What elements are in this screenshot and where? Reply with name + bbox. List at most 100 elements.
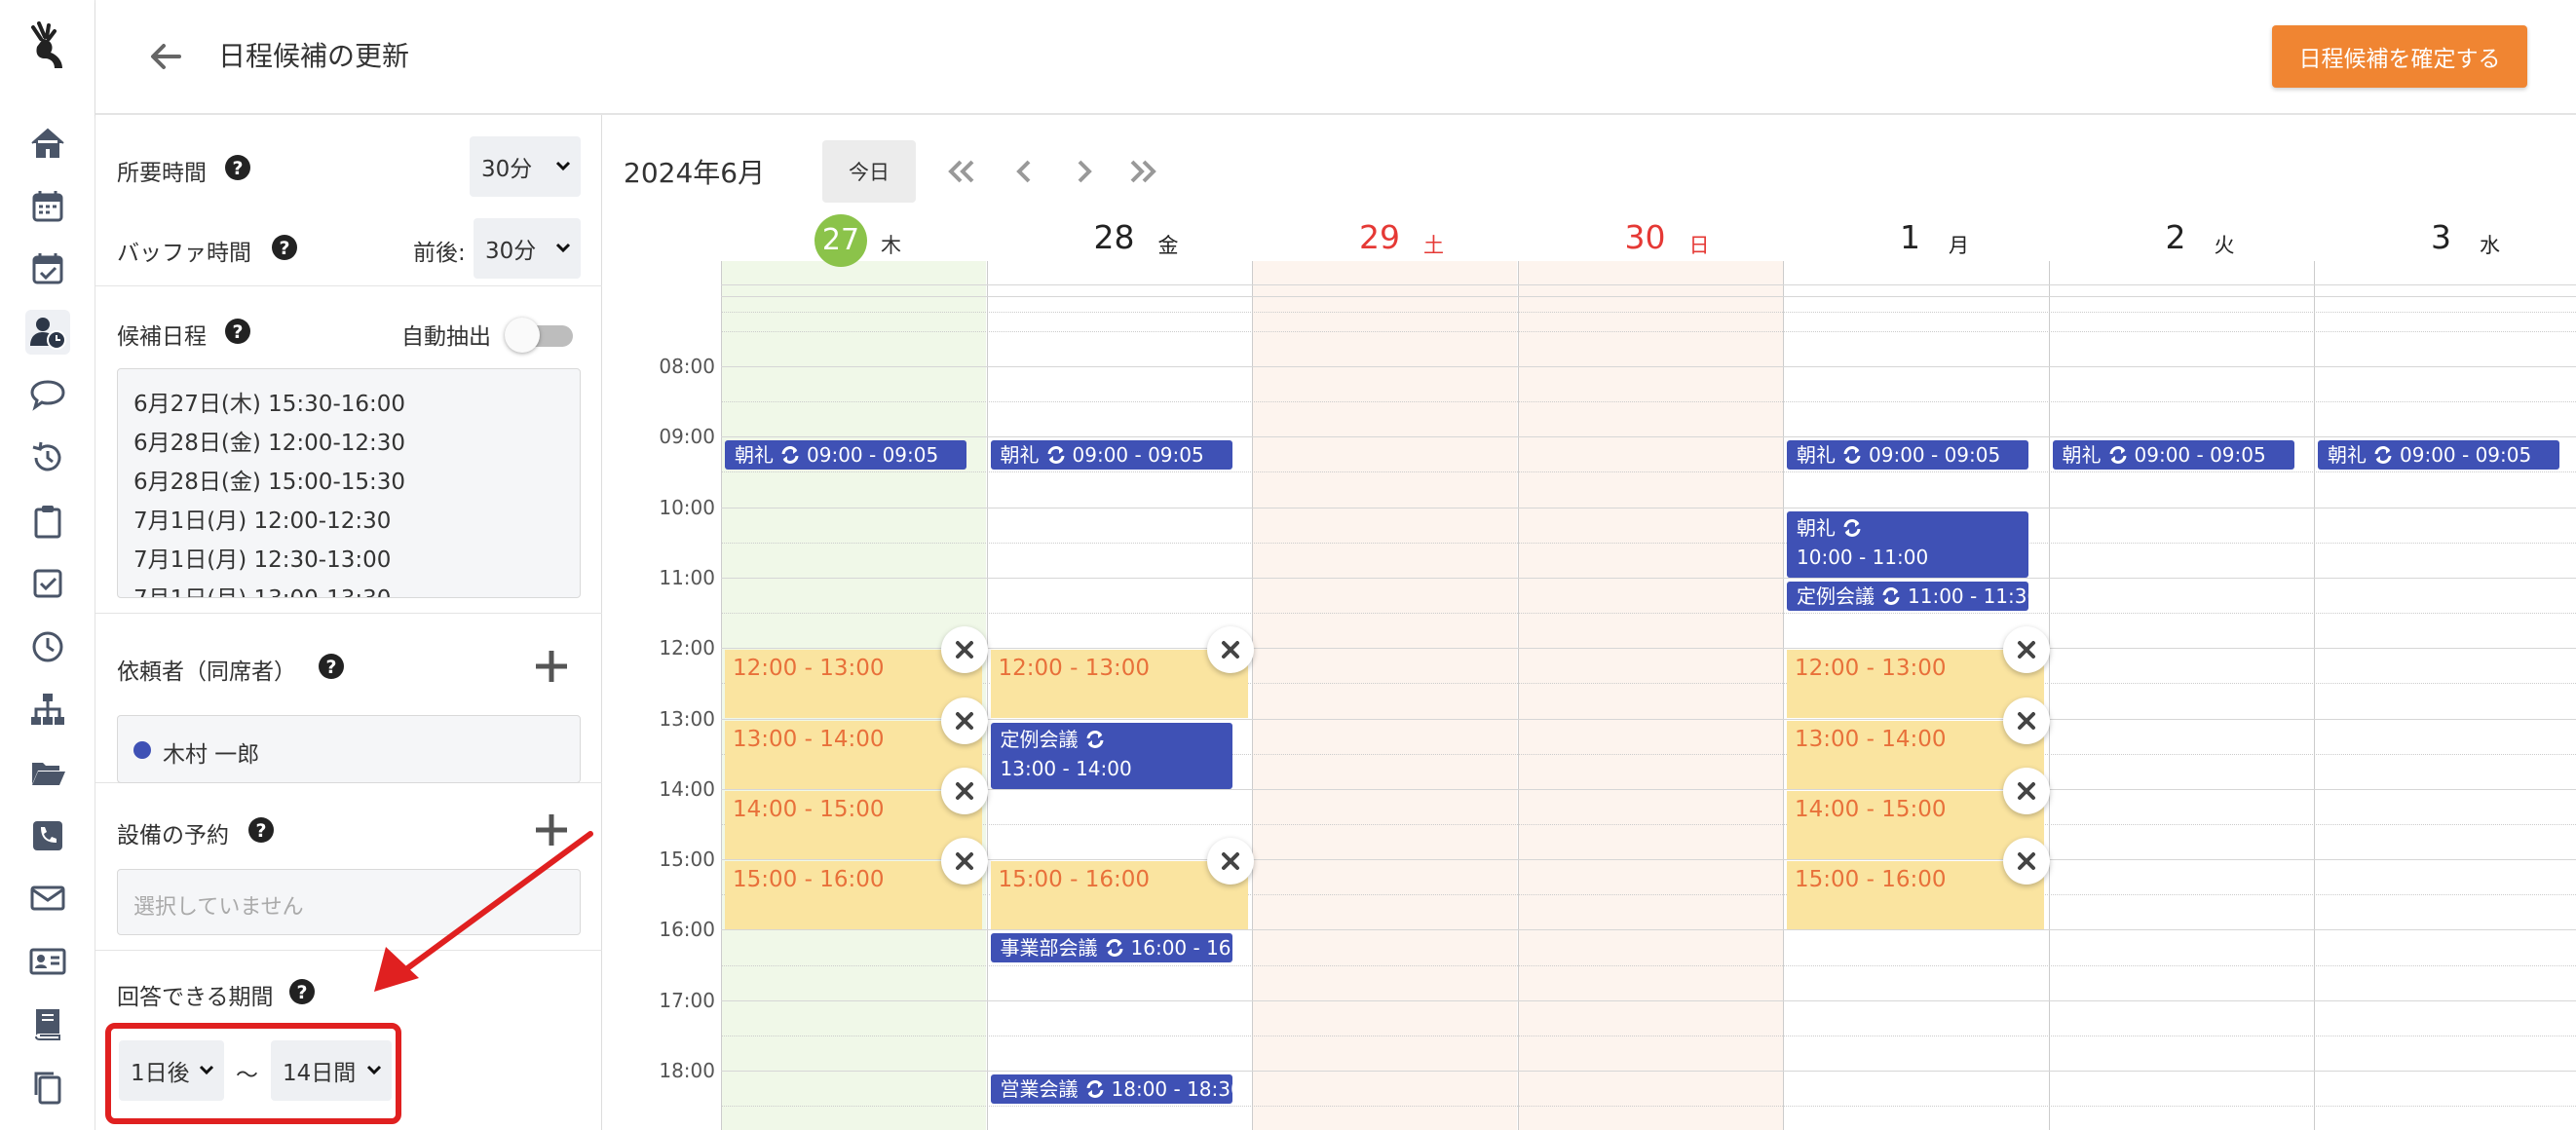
time-gridline bbox=[721, 964, 2576, 966]
calendar-event[interactable]: 朝礼 09:00 - 09:05 bbox=[2318, 440, 2559, 471]
time-settings-section: 所要時間 ? 30分 バッファ時間 ? 前後: 30分 bbox=[95, 115, 602, 286]
buffer-value: 30分 bbox=[485, 239, 537, 264]
day-number: 1 bbox=[1900, 218, 1920, 256]
day-header[interactable]: 28 金 bbox=[987, 212, 1252, 261]
requester-name: 木村 一郎 bbox=[163, 742, 260, 768]
nav-phone-button[interactable] bbox=[25, 813, 70, 858]
duration-select[interactable]: 30分 bbox=[470, 136, 581, 197]
repeat-icon bbox=[1106, 939, 1122, 958]
calendar-event[interactable]: 朝礼 09:00 - 09:05 bbox=[1787, 440, 2028, 471]
time-gridline bbox=[721, 859, 2576, 861]
time-label: 16:00 bbox=[659, 918, 715, 942]
double-chevron-right-icon[interactable] bbox=[1124, 152, 1163, 191]
buffer-select[interactable]: 30分 bbox=[474, 218, 581, 279]
event-time: 09:00 - 09:05 bbox=[1072, 443, 1204, 468]
time-label: 17:00 bbox=[659, 988, 715, 1012]
chevron-down-icon bbox=[555, 161, 571, 171]
auto-extract-toggle[interactable] bbox=[505, 318, 573, 353]
app-logo[interactable] bbox=[25, 21, 70, 72]
nav-user-clock-button[interactable] bbox=[25, 309, 70, 355]
day-number: 28 bbox=[1093, 218, 1135, 256]
calendar-event[interactable]: 定例会議 11:00 - 11:30 bbox=[1787, 581, 2028, 611]
nav-id-card-button[interactable] bbox=[25, 939, 70, 984]
copy-icon bbox=[34, 1072, 61, 1105]
phone-icon bbox=[33, 820, 62, 850]
remove-candidate-button[interactable] bbox=[1206, 626, 1254, 674]
nav-copy-button[interactable] bbox=[25, 1065, 70, 1110]
nav-clipboard-button[interactable] bbox=[25, 499, 70, 544]
day-header[interactable]: 2火 bbox=[2049, 212, 2314, 261]
nav-calendar-check-button[interactable] bbox=[25, 246, 70, 291]
repeat-icon bbox=[1843, 446, 1861, 465]
nav-book-button[interactable] bbox=[25, 1001, 70, 1046]
duration-label: 所要時間 bbox=[117, 161, 207, 186]
candidate-dates-label: 候補日程 bbox=[117, 324, 207, 350]
calendar-check-icon bbox=[32, 253, 63, 284]
back-arrow-icon[interactable] bbox=[146, 37, 185, 76]
remove-candidate-button[interactable] bbox=[941, 697, 988, 744]
help-icon[interactable]: ? bbox=[224, 318, 251, 345]
help-icon[interactable]: ? bbox=[247, 816, 275, 844]
event-time: 11:00 - 11:30 bbox=[1908, 584, 2028, 608]
remove-candidate-button[interactable] bbox=[941, 626, 988, 674]
period-from-select[interactable]: 1日後 bbox=[119, 1040, 224, 1101]
calendar-event[interactable]: 定例会議 13:00 - 14:00 bbox=[990, 722, 1232, 789]
today-button[interactable]: 今日 bbox=[822, 140, 916, 203]
nav-home-button[interactable] bbox=[25, 121, 70, 166]
nav-folder-open-button[interactable] bbox=[25, 750, 70, 795]
candidate-list[interactable]: 6月27日(木) 15:30-16:00 6月28日(金) 12:00-12:30… bbox=[117, 368, 581, 598]
calendar-event[interactable]: 営業会議 18:00 - 18:30 bbox=[990, 1074, 1232, 1104]
chevron-right-icon[interactable] bbox=[1064, 152, 1103, 191]
candidate-slot-label: 14:00 - 15:00 bbox=[733, 796, 885, 822]
calendar-event[interactable]: 朝礼 09:00 - 09:05 bbox=[2052, 440, 2294, 471]
add-requester-icon[interactable] bbox=[532, 647, 571, 686]
nav-envelope-button[interactable] bbox=[25, 876, 70, 921]
nav-clock-button[interactable] bbox=[25, 624, 70, 669]
double-chevron-left-icon[interactable] bbox=[941, 152, 980, 191]
day-header[interactable]: 29 土 bbox=[1252, 212, 1517, 261]
help-icon[interactable]: ? bbox=[288, 978, 316, 1005]
buffer-label: バッファ時間 bbox=[117, 241, 251, 266]
confirm-candidates-button[interactable]: 日程候補を確定する bbox=[2272, 25, 2527, 88]
requester-chip[interactable]: 木村 一郎 bbox=[117, 715, 581, 783]
calendar-event[interactable]: 朝礼 10:00 - 11:00 bbox=[1787, 510, 2028, 578]
nav-sitemap-button[interactable] bbox=[25, 687, 70, 732]
chevron-left-icon[interactable] bbox=[1005, 152, 1044, 191]
help-icon[interactable]: ? bbox=[224, 154, 251, 181]
remove-candidate-button[interactable] bbox=[941, 838, 988, 885]
help-icon[interactable]: ? bbox=[318, 653, 345, 680]
svg-text:?: ? bbox=[279, 238, 289, 259]
time-gridline bbox=[721, 401, 2576, 403]
time-label: 11:00 bbox=[659, 565, 715, 589]
nav-comment-button[interactable] bbox=[25, 372, 70, 417]
remove-candidate-button[interactable] bbox=[2003, 697, 2050, 744]
day-header[interactable]: 30 日 bbox=[1518, 212, 1783, 261]
close-icon bbox=[956, 781, 973, 800]
svg-text:?: ? bbox=[255, 820, 266, 842]
remove-candidate-button[interactable] bbox=[1206, 838, 1254, 885]
repeat-icon bbox=[2109, 446, 2126, 465]
time-gridline bbox=[721, 312, 2576, 313]
time-label: 09:00 bbox=[659, 425, 715, 449]
calendar-event[interactable]: 事業部会議 16:00 - 16:30 bbox=[990, 933, 1232, 963]
remove-candidate-button[interactable] bbox=[2003, 838, 2050, 885]
facility-input[interactable]: 選択していません bbox=[117, 869, 581, 935]
remove-candidate-button[interactable] bbox=[2003, 767, 2050, 814]
remove-candidate-button[interactable] bbox=[2003, 626, 2050, 674]
period-to-select[interactable]: 14日間 bbox=[271, 1040, 392, 1101]
nav-history-button[interactable] bbox=[25, 435, 70, 480]
add-facility-icon[interactable] bbox=[532, 810, 571, 849]
day-header[interactable]: 3水 bbox=[2314, 212, 2576, 261]
remove-candidate-button[interactable] bbox=[941, 767, 988, 814]
day-header[interactable]: 27 木 bbox=[721, 212, 986, 267]
day-header[interactable]: 1月 bbox=[1783, 212, 2048, 261]
event-time: 16:00 - 16:30 bbox=[1130, 936, 1232, 960]
nav-calendar-button[interactable] bbox=[25, 184, 70, 229]
candidate-date-item: 6月28日(金) 12:00-12:30 bbox=[133, 431, 406, 456]
event-title: 朝礼 bbox=[2328, 443, 2367, 468]
time-gridline bbox=[721, 295, 2576, 297]
help-icon[interactable]: ? bbox=[271, 234, 298, 261]
calendar-event[interactable]: 朝礼 09:00 - 09:05 bbox=[725, 440, 966, 471]
calendar-event[interactable]: 朝礼 09:00 - 09:05 bbox=[990, 440, 1232, 471]
nav-checkbox-button[interactable] bbox=[25, 561, 70, 606]
